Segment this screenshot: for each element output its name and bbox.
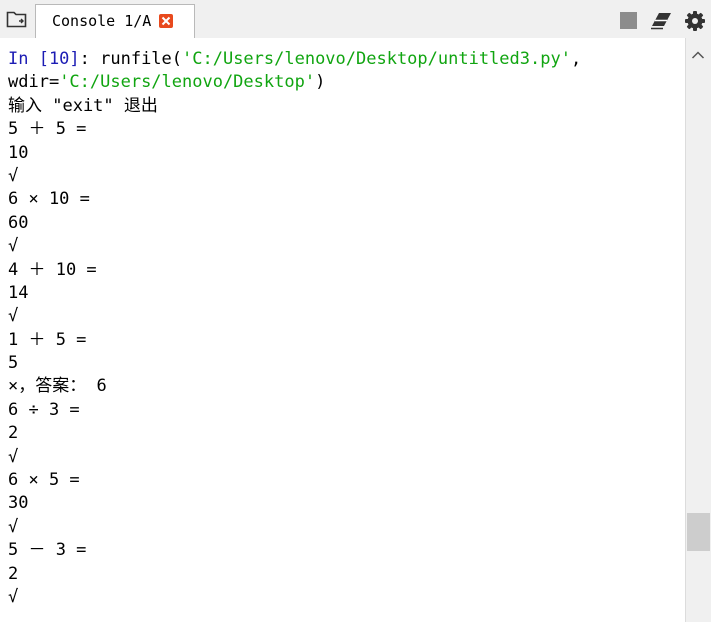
browse-tabs-button[interactable] (6, 9, 28, 29)
console-output[interactable]: In [10]: runfile('C:/Users/lenovo/Deskto… (0, 38, 685, 622)
tab-bar: Console 1/A (0, 0, 711, 39)
folder-browse-icon (6, 11, 27, 28)
scroll-thumb[interactable] (687, 513, 710, 551)
console-input-line-continued: wdir='C:/Users/lenovo/Desktop') (8, 71, 581, 94)
tab-label: Console 1/A (52, 12, 152, 30)
input-prompt: In [10] (8, 49, 80, 69)
console-line: √ (8, 516, 19, 537)
console-line: ×，答案： 6 (8, 376, 107, 397)
console-lines: In [10]: runfile('C:/Users/lenovo/Deskto… (8, 48, 581, 609)
console-line: 6 × 10 = (8, 189, 90, 210)
chevron-up-icon (691, 51, 705, 59)
console-line: √ (8, 446, 19, 467)
gear-icon (685, 11, 705, 31)
console-input-line: In [10]: runfile('C:/Users/lenovo/Deskto… (8, 48, 581, 71)
console-line: 5 ＋ 5 = (8, 119, 87, 140)
vertical-scrollbar[interactable] (685, 38, 711, 622)
console-line: 60 (8, 212, 29, 233)
console-line: √ (8, 306, 19, 327)
scroll-up-button[interactable] (691, 45, 705, 59)
console-line: 6 ÷ 3 = (8, 399, 80, 420)
close-icon (161, 16, 171, 26)
console-line: 5 － 3 = (8, 540, 87, 561)
runfile-call: : runfile( (79, 49, 183, 69)
console-window: Console 1/A In [10]: runfile('C:/Users/l… (0, 0, 711, 622)
console-line: √ (8, 165, 19, 186)
console-line: √ (8, 586, 19, 607)
console-line: 2 (8, 563, 19, 584)
wdir-path: 'C:/Users/lenovo/Desktop' (59, 72, 316, 93)
eraser-icon (651, 13, 671, 30)
console-line: √ (8, 236, 19, 257)
options-button[interactable] (684, 10, 706, 32)
wdir-argument: wdir= (8, 72, 60, 93)
console-line: 输入 "exit" 退出 (8, 95, 158, 116)
console-line: 2 (8, 423, 19, 444)
console-line: 14 (8, 282, 29, 303)
tab-console-1a[interactable]: Console 1/A (35, 4, 195, 38)
runfile-close: ) (315, 72, 326, 93)
stop-button[interactable] (620, 12, 637, 29)
console-line: 5 (8, 353, 19, 374)
console-line: 10 (8, 142, 29, 163)
close-tab-button[interactable] (159, 14, 173, 28)
console-line: 30 (8, 493, 29, 514)
runfile-path: 'C:/Users/lenovo/Desktop/untitled3.py' (182, 49, 571, 69)
console-line: 1 ＋ 5 = (8, 329, 87, 350)
runfile-separator: , (570, 49, 582, 69)
console-line: 6 × 5 = (8, 470, 80, 491)
console-line: 4 ＋ 10 = (8, 259, 97, 280)
clear-console-button[interactable] (650, 11, 674, 30)
